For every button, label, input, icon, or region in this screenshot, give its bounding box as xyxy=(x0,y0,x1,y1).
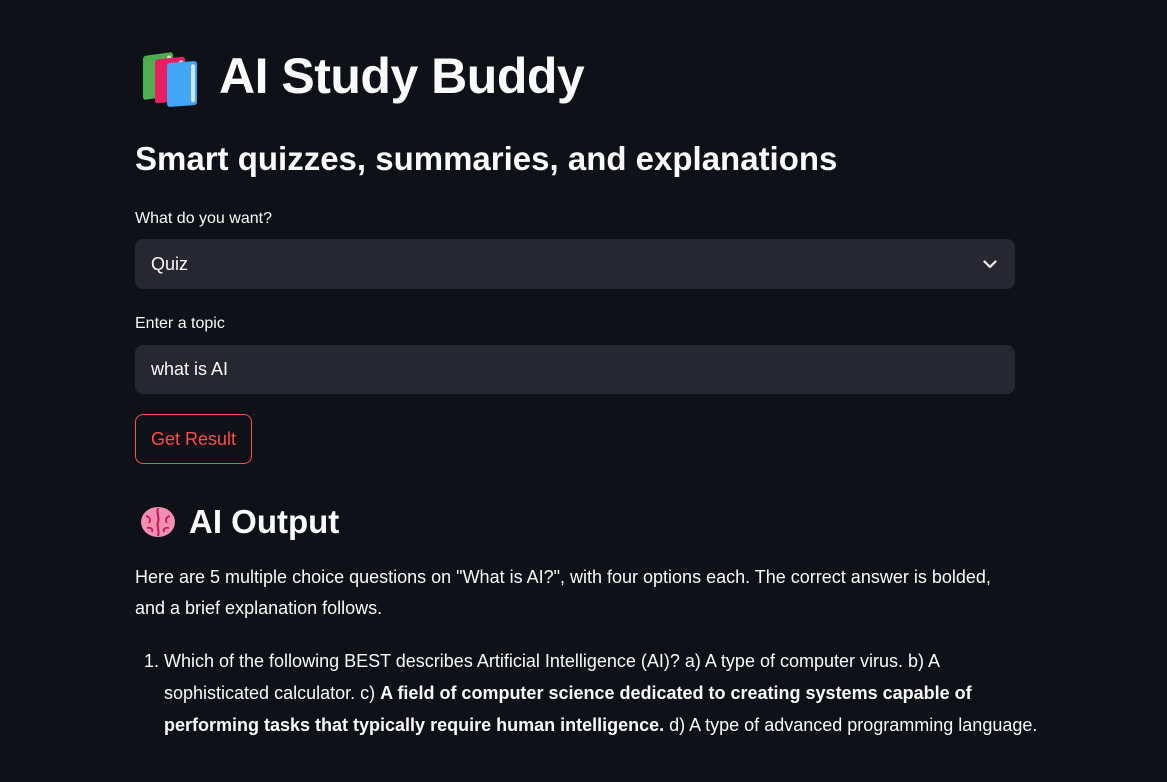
question-text-tail: d) A type of advanced programming langua… xyxy=(664,715,1038,735)
topic-input-label: Enter a topic xyxy=(135,315,225,332)
brain-icon xyxy=(139,504,177,540)
page-title-row: AI Study Buddy xyxy=(139,42,585,110)
output-intro: Here are 5 multiple choice questions on … xyxy=(135,567,991,618)
question-item: Which of the following BEST describes Ar… xyxy=(164,645,1044,741)
chevron-down-icon xyxy=(981,255,999,273)
mode-select[interactable]: Quiz xyxy=(135,239,1015,289)
page-title: AI Study Buddy xyxy=(219,48,585,104)
output-heading: AI Output xyxy=(189,503,340,540)
mode-select-label: What do you want? xyxy=(135,210,272,227)
page-subtitle: Smart quizzes, summaries, and explanatio… xyxy=(135,140,838,177)
output-heading-row: AI Output xyxy=(139,500,339,544)
mode-select-value: Quiz xyxy=(151,253,189,274)
topic-input[interactable] xyxy=(135,345,1015,394)
question-list: Which of the following BEST describes Ar… xyxy=(135,645,1044,741)
get-result-button[interactable]: Get Result xyxy=(135,414,252,464)
books-icon xyxy=(139,48,205,108)
